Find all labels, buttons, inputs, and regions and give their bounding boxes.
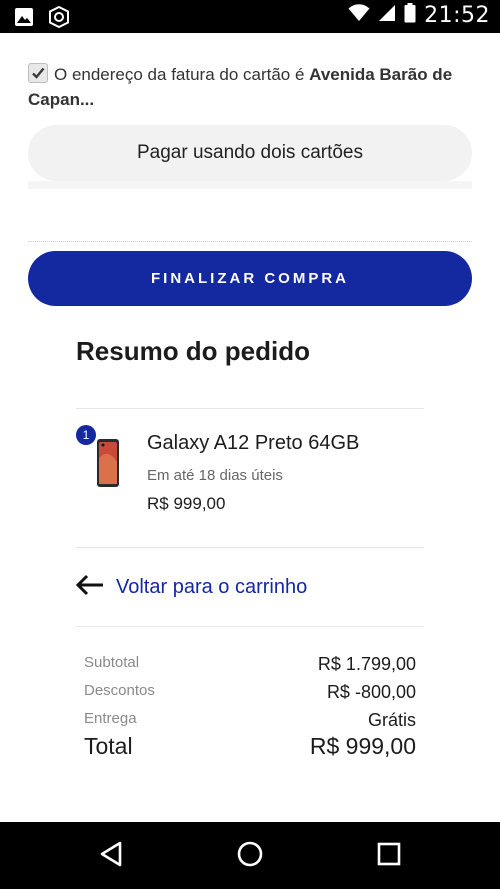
section-divider xyxy=(28,241,472,242)
shield-icon xyxy=(48,5,70,33)
subtotal-value: R$ 1.799,00 xyxy=(317,654,416,674)
battery-icon xyxy=(404,3,416,28)
billing-address-checkbox[interactable] xyxy=(28,63,48,83)
total-row: Total R$ 999,00 xyxy=(84,733,416,760)
discount-row: Descontos R$ -800,00 xyxy=(84,682,416,703)
recents-nav-button[interactable] xyxy=(376,840,402,873)
discount-value: R$ -800,00 xyxy=(326,682,416,702)
subtotal-row: Subtotal R$ 1.799,00 xyxy=(84,654,416,675)
subtotal-label: Subtotal xyxy=(84,654,140,671)
signal-icon xyxy=(378,4,396,27)
finalize-purchase-label: FINALIZAR COMPRA xyxy=(151,270,349,287)
total-value: R$ 999,00 xyxy=(309,733,416,759)
product-price: R$ 999,00 xyxy=(147,494,226,513)
order-summary-title: Resumo do pedido xyxy=(76,336,310,366)
discount-label: Descontos xyxy=(84,682,155,699)
arrow-left-icon xyxy=(75,574,104,601)
back-to-cart-link[interactable]: Voltar para o carrinho xyxy=(75,574,308,601)
product-name: Galaxy A12 Preto 64GB xyxy=(147,432,360,454)
phone-thumbnail xyxy=(96,438,120,493)
gallery-icon xyxy=(14,7,34,32)
pay-two-cards-label: Pagar usando dois cartões xyxy=(136,142,364,163)
summary-divider-top xyxy=(76,408,424,409)
summary-divider-middle xyxy=(76,547,424,548)
home-nav-button[interactable] xyxy=(236,840,264,873)
summary-divider-bottom xyxy=(76,626,424,627)
delivery-value: Grátis xyxy=(367,710,416,730)
billing-address-prefix: O endereço da fatura do cartão é xyxy=(54,65,310,84)
delivery-label: Entrega xyxy=(84,710,137,727)
clock: 21:52 xyxy=(424,3,490,28)
navigation-bar xyxy=(0,822,500,889)
finalize-purchase-button[interactable]: FINALIZAR COMPRA xyxy=(28,251,472,306)
status-bar: 21:52 xyxy=(0,0,500,33)
total-label: Total xyxy=(84,733,133,759)
pay-two-cards-shadow xyxy=(28,181,472,189)
back-nav-button[interactable] xyxy=(98,840,124,873)
back-to-cart-label: Voltar para o carrinho xyxy=(116,576,308,598)
product-delivery-time: Em até 18 dias úteis xyxy=(147,467,283,484)
delivery-row: Entrega Grátis xyxy=(84,710,416,731)
billing-address-note: O endereço da fatura do cartão é Avenida… xyxy=(28,62,478,112)
wifi-icon xyxy=(348,4,370,27)
quantity-badge: 1 xyxy=(76,425,96,445)
pay-two-cards-button[interactable]: Pagar usando dois cartões xyxy=(28,125,472,181)
